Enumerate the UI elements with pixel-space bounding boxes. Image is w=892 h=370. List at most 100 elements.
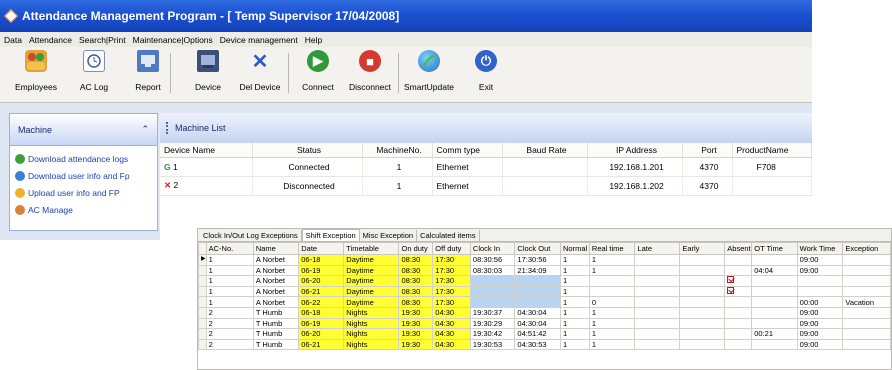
column-header[interactable]: Absent [724, 242, 753, 255]
exception-cell [842, 306, 891, 319]
column-header[interactable]: Exception [842, 242, 891, 255]
toolbar: Employees AC Log Report Device ✕ Del Dev… [0, 47, 812, 103]
early-cell [679, 328, 726, 340]
report-button[interactable]: Report [120, 50, 176, 92]
table-row[interactable]: 2T Humb 06-21 Nights 19:30 04:30 19:30:53 04:3… [198, 338, 891, 351]
employees-button[interactable]: Employees [8, 50, 64, 92]
timetable-cell: Nights [343, 338, 400, 351]
comm-type-cell: Ethernet [432, 157, 503, 177]
del-device-button[interactable]: ✕ Del Device [232, 50, 288, 93]
name-cell: A Norbet [252, 296, 300, 308]
column-header[interactable]: Early [679, 242, 726, 255]
download-attendance-logs-link[interactable]: Download attendance logs [10, 150, 157, 167]
device-button[interactable]: Device [180, 50, 236, 92]
title-bar: Attendance Management Program - [ Temp S… [0, 0, 812, 32]
connect-button[interactable]: ▶ Connect [290, 50, 346, 92]
tab-clock-in-out-exceptions[interactable]: Clock In/Out Log Exceptions [200, 230, 302, 241]
column-header[interactable]: Status [252, 143, 363, 158]
column-header[interactable]: Clock In [469, 242, 516, 255]
ac-log-button[interactable]: AC Log [66, 50, 122, 92]
row-selector[interactable] [198, 328, 207, 340]
clock-out-cell [514, 285, 561, 298]
row-selector[interactable] [198, 317, 207, 330]
table-row[interactable]: 2T Humb 06-20 Nights 19:30 04:30 19:30:42 04:5… [198, 328, 891, 340]
row-selector[interactable] [198, 264, 207, 277]
column-header[interactable]: Device Name [160, 143, 253, 158]
report-label: Report [135, 82, 161, 92]
table-row[interactable]: ▶ 1 A Norbet 06-18 Daytime 08:30 17:30 08:30:56… [198, 254, 891, 266]
table-row[interactable]: 2T Humb 06-19 Nights 19:30 04:30 19:30:29 04:3… [198, 317, 891, 330]
column-header[interactable]: Work Time [796, 242, 844, 255]
column-header[interactable]: Comm type [432, 143, 503, 158]
column-header[interactable]: On duty [398, 242, 434, 255]
absent-check-icon[interactable] [727, 287, 735, 295]
column-header[interactable]: Port [682, 143, 733, 158]
column-header[interactable]: ProductName [732, 143, 812, 158]
absent-cell [724, 254, 753, 266]
real-time-cell: 1 [588, 306, 636, 319]
clock-out-cell: 21:34:09 [514, 264, 561, 277]
menu-search-print[interactable]: Search|Print [79, 35, 126, 45]
menu-attendance[interactable]: Attendance [29, 35, 72, 45]
off-duty-cell: 17:30 [432, 296, 471, 308]
late-cell [634, 296, 681, 308]
machine-panel-header[interactable]: Machine ⌃ [10, 114, 157, 146]
column-header[interactable]: Off duty [432, 242, 471, 255]
table-row[interactable]: ✕ 2 Disconnected 1 Ethernet 192.168.1.20… [160, 176, 812, 196]
table-row[interactable]: G 1 Connected 1 Ethernet 192.168.1.201 4… [160, 157, 812, 177]
row-selector[interactable] [198, 275, 207, 287]
table-row[interactable]: 1A Norbet 06-21 Daytime 08:30 17:30 1 [198, 285, 891, 298]
column-header[interactable]: Clock Out [514, 242, 561, 255]
row-selector[interactable] [198, 296, 207, 308]
row-selector[interactable] [198, 306, 207, 319]
download-user-icon [15, 170, 25, 181]
normal-cell: 1 [560, 296, 590, 308]
exit-button[interactable]: ⏻ Exit [458, 50, 514, 92]
column-header[interactable]: AC-No. [205, 242, 254, 255]
off-duty-cell: 17:30 [432, 254, 471, 266]
column-header[interactable]: Name [252, 242, 300, 255]
normal-cell: 1 [560, 328, 590, 340]
collapse-icon[interactable]: ⌃ [141, 124, 149, 135]
smart-update-button[interactable]: SmartUpdate [401, 50, 457, 92]
column-header[interactable]: Timetable [343, 242, 400, 255]
absent-check-icon[interactable] [727, 276, 735, 284]
ac-no-cell: 2 [205, 328, 254, 340]
download-user-info-link[interactable]: Download user info and Fp [10, 167, 157, 184]
table-row[interactable]: 1A Norbet 06-22 Daytime 08:30 17:30 1 0 00:00 Va… [198, 296, 891, 308]
row-selector[interactable] [198, 338, 207, 351]
table-row[interactable]: 1A Norbet 06-20 Daytime 08:30 17:30 1 [198, 275, 891, 287]
menu-data[interactable]: Data [4, 35, 22, 45]
exit-icon: ⏻ [475, 50, 497, 72]
column-header[interactable]: Date [298, 242, 345, 255]
menu-help[interactable]: Help [305, 35, 322, 45]
row-selector[interactable] [198, 285, 207, 298]
product-name-cell [732, 176, 812, 196]
upload-user-info-label: Upload user info and FP [28, 187, 120, 198]
menu-maintenance-options[interactable]: Maintenance|Options [133, 35, 213, 45]
upload-user-info-link[interactable]: Upload user info and FP [10, 184, 157, 201]
column-header[interactable]: Baud Rate [502, 143, 588, 158]
on-duty-cell: 19:30 [398, 338, 434, 351]
column-header[interactable]: IP Address [587, 143, 683, 158]
absent-cell [724, 285, 753, 298]
absent-cell [724, 338, 753, 351]
current-row-indicator[interactable]: ▶ [198, 254, 207, 266]
ac-no-cell: 2 [205, 306, 254, 319]
tab-shift-exception[interactable]: Shift Exception [301, 229, 360, 241]
tab-misc-exception[interactable]: Misc Exception [360, 230, 418, 241]
ot-time-cell: 00:21 [751, 328, 798, 340]
ac-log-label: AC Log [79, 82, 109, 92]
tab-calculated-items[interactable]: Calculated items [417, 230, 480, 241]
column-header[interactable]: Normal [560, 242, 590, 255]
disconnect-button[interactable]: ■ Disconnect [342, 50, 398, 92]
column-header[interactable]: Late [634, 242, 681, 255]
column-header[interactable]: MachineNo. [362, 143, 433, 158]
column-header[interactable]: OT Time [751, 242, 798, 255]
timetable-cell: Nights [343, 306, 400, 319]
menu-device-management[interactable]: Device management [220, 35, 298, 45]
ac-manage-link[interactable]: AC Manage [10, 201, 157, 218]
table-row[interactable]: 2T Humb 06-18 Nights 19:30 04:30 19:30:37 04:3… [198, 306, 891, 319]
column-header[interactable]: Real time [588, 242, 636, 255]
table-row[interactable]: 1A Norbet 06-19 Daytime 08:30 17:30 08:30:03 2… [198, 264, 891, 277]
